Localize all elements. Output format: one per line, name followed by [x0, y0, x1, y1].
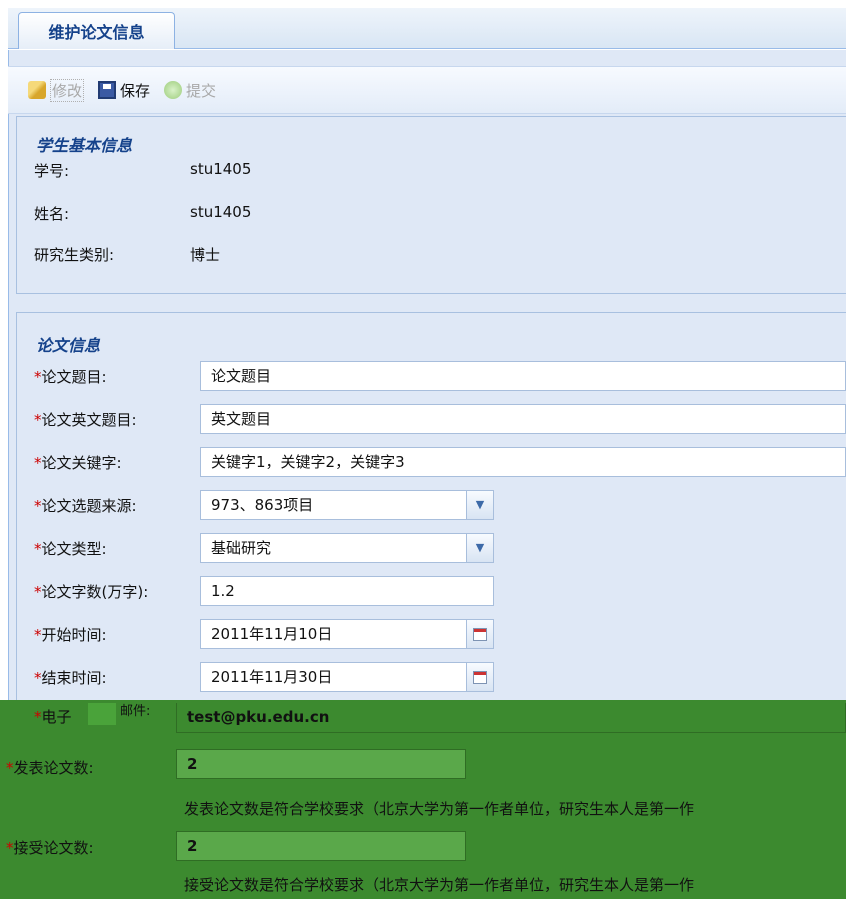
start-date-label-text: 开始时间: — [41, 626, 107, 644]
required-marker: * — [34, 368, 42, 386]
thesis-source-select-value: 973、863项目 — [211, 496, 314, 514]
accepted-count-input-value: 2 — [187, 837, 198, 855]
overlay-artifact — [88, 703, 116, 725]
required-marker: * — [34, 669, 42, 687]
check-circle-icon — [164, 81, 183, 99]
thesis-keywords-label: *论文关键字: — [34, 452, 122, 473]
accepted-count-label: *接受论文数: — [6, 837, 94, 858]
start-date-input-value: 2011年11月10日 — [211, 625, 333, 643]
required-marker: * — [34, 411, 42, 429]
start-date-picker-trigger[interactable] — [466, 620, 493, 648]
required-marker: * — [34, 583, 42, 601]
thesis-words-label-text: 论文字数(万字): — [41, 583, 149, 601]
tab-label: 维护论文信息 — [48, 23, 145, 42]
thesis-source-select[interactable]: 973、863项目 ▼ — [200, 490, 494, 520]
edit-button[interactable]: 修改 — [28, 78, 85, 102]
tab-bar: 维护论文信息 — [8, 8, 846, 49]
thesis-words-input[interactable]: 1.2 — [200, 576, 494, 606]
thesis-info-legend: 论文信息 — [36, 336, 101, 355]
required-marker: * — [34, 708, 42, 726]
thesis-title-input[interactable]: 论文题目 — [200, 361, 846, 391]
thesis-words-label: *论文字数(万字): — [34, 581, 148, 602]
thesis-kind-label-text: 论文类型: — [41, 540, 107, 558]
email-input[interactable]: test@pku.edu.cn — [176, 703, 846, 733]
chevron-down-icon: ▼ — [475, 498, 485, 511]
required-marker: * — [6, 839, 14, 857]
thesis-kind-label: *论文类型: — [34, 538, 107, 559]
thesis-keywords-input[interactable]: 关键字1，关键字2，关键字3 — [200, 447, 846, 477]
required-marker: * — [34, 540, 42, 558]
thesis-source-dropdown-trigger[interactable]: ▼ — [466, 491, 493, 519]
end-date-label: *结束时间: — [34, 667, 107, 688]
required-marker: * — [6, 759, 14, 777]
published-count-input[interactable]: 2 — [176, 749, 466, 779]
email-input-value: test@pku.edu.cn — [187, 708, 330, 726]
thesis-keywords-label-text: 论文关键字: — [41, 454, 122, 472]
start-date-input[interactable]: 2011年11月10日 — [200, 619, 494, 649]
submit-button-label: 提交 — [186, 81, 217, 100]
floppy-disk-icon — [98, 81, 117, 99]
thesis-en-title-input[interactable]: 英文题目 — [200, 404, 846, 434]
student-name-label: 姓名: — [34, 205, 70, 223]
start-date-label: *开始时间: — [34, 624, 107, 645]
thesis-kind-select[interactable]: 基础研究 ▼ — [200, 533, 494, 563]
student-id-value: stu1405 — [190, 160, 252, 178]
calendar-icon — [473, 627, 487, 641]
thesis-keywords-input-value: 关键字1，关键字2，关键字3 — [211, 453, 405, 471]
student-type-label: 研究生类别: — [34, 246, 115, 264]
required-marker: * — [34, 497, 42, 515]
student-info-legend: 学生基本信息 — [36, 136, 133, 155]
thesis-en-title-input-value: 英文题目 — [211, 410, 272, 428]
email-label: *电子 — [34, 706, 72, 727]
thesis-title-label: *论文题目: — [34, 366, 107, 387]
required-marker: * — [34, 626, 42, 644]
edit-button-label: 修改 — [50, 78, 85, 102]
thesis-title-input-value: 论文题目 — [211, 367, 272, 385]
save-button-label: 保存 — [120, 81, 151, 100]
student-type-value: 博士 — [190, 246, 221, 264]
published-count-label: *发表论文数: — [6, 757, 94, 778]
tab-maintain-thesis[interactable]: 维护论文信息 — [18, 12, 175, 49]
end-date-input-value: 2011年11月30日 — [211, 668, 333, 686]
save-button[interactable]: 保存 — [98, 80, 150, 101]
calendar-icon — [473, 670, 487, 684]
end-date-input[interactable]: 2011年11月30日 — [200, 662, 494, 692]
email-label-tail: 邮件: — [120, 704, 151, 719]
thesis-kind-select-value: 基础研究 — [211, 539, 272, 557]
end-date-label-text: 结束时间: — [41, 669, 107, 687]
thesis-en-title-label: *论文英文题目: — [34, 409, 137, 430]
student-name-value: stu1405 — [190, 203, 252, 221]
chevron-down-icon: ▼ — [475, 541, 485, 554]
student-info-fieldset — [16, 116, 846, 294]
thesis-kind-dropdown-trigger[interactable]: ▼ — [466, 534, 493, 562]
toolbar: 修改 保存 提交 — [8, 66, 846, 114]
accepted-count-hint: 接受论文数是符合学校要求（北京大学为第一作者单位，研究生本人是第一作 — [184, 876, 695, 894]
end-date-picker-trigger[interactable] — [466, 663, 493, 691]
required-marker: * — [34, 454, 42, 472]
submit-button[interactable]: 提交 — [164, 80, 216, 101]
thesis-words-input-value: 1.2 — [211, 582, 235, 600]
thesis-source-label: *论文选题来源: — [34, 495, 137, 516]
pencil-icon — [28, 81, 46, 99]
student-id-label: 学号: — [34, 162, 70, 180]
email-label-partial: 电子 — [41, 708, 72, 726]
published-count-hint: 发表论文数是符合学校要求（北京大学为第一作者单位，研究生本人是第一作 — [184, 800, 695, 818]
accepted-count-label-text: 接受论文数: — [13, 839, 94, 857]
accepted-count-input[interactable]: 2 — [176, 831, 466, 861]
thesis-en-title-label-text: 论文英文题目: — [41, 411, 137, 429]
thesis-source-label-text: 论文选题来源: — [41, 497, 137, 515]
published-count-label-text: 发表论文数: — [13, 759, 94, 777]
thesis-title-label-text: 论文题目: — [41, 368, 107, 386]
published-count-input-value: 2 — [187, 755, 198, 773]
